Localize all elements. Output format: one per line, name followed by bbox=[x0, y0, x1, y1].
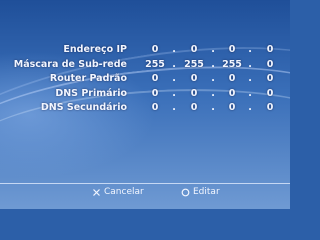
secondary-dns-octet-2[interactable]: 0 bbox=[182, 102, 206, 113]
default-router-octet-4[interactable]: 0 bbox=[258, 73, 282, 84]
octet-separator: . bbox=[248, 87, 252, 99]
octet-separator: . bbox=[211, 73, 215, 84]
primary-dns-label: DNS Primário bbox=[55, 87, 127, 99]
edit-button[interactable]: Editar bbox=[181, 187, 220, 197]
octet-separator: . bbox=[248, 44, 252, 55]
octet-separator: . bbox=[172, 73, 176, 84]
octet-separator: . bbox=[248, 73, 252, 84]
secondary-dns-octet-4[interactable]: 0 bbox=[258, 102, 282, 113]
default-router-octet-3[interactable]: 0 bbox=[220, 73, 244, 84]
ip-address-row[interactable]: Endereço IP 0 . 0 . 0 . 0 bbox=[0, 44, 290, 59]
ip-address-octet-2[interactable]: 0 bbox=[182, 44, 206, 55]
ip-address-octet-4[interactable]: 0 bbox=[258, 44, 282, 55]
octet-separator: . bbox=[211, 102, 215, 113]
subnet-mask-octet-3[interactable]: 255 bbox=[220, 59, 244, 70]
ip-address-label: Endereço IP bbox=[63, 44, 127, 55]
octet-separator: . bbox=[211, 44, 215, 55]
octet-separator: . bbox=[172, 44, 176, 55]
secondary-dns-octet-3[interactable]: 0 bbox=[220, 102, 244, 113]
footer-divider bbox=[0, 183, 290, 184]
subnet-mask-row[interactable]: Máscara de Sub-rede 255 . 255 . 255 . 0 bbox=[0, 59, 290, 74]
cross-icon bbox=[92, 188, 101, 197]
octet-separator: . bbox=[211, 58, 215, 70]
button-guide-bar: Cancelar Editar bbox=[0, 183, 290, 199]
octet-separator: . bbox=[172, 58, 176, 70]
secondary-dns-octet-1[interactable]: 0 bbox=[143, 102, 167, 113]
default-router-label: Router Padrão bbox=[49, 73, 127, 84]
octet-separator: . bbox=[172, 87, 176, 99]
primary-dns-octet-2[interactable]: 0 bbox=[182, 88, 206, 99]
address-settings-list: Endereço IP 0 . 0 . 0 . 0 Máscara de Sub… bbox=[0, 44, 290, 117]
secondary-dns-row[interactable]: DNS Secundário 0 . 0 . 0 . 0 bbox=[0, 102, 290, 117]
default-router-octet-2[interactable]: 0 bbox=[182, 73, 206, 84]
ip-address-octet-1[interactable]: 0 bbox=[143, 44, 167, 55]
octet-separator: . bbox=[248, 102, 252, 113]
default-router-row[interactable]: Router Padrão 0 . 0 . 0 . 0 bbox=[0, 73, 290, 88]
cancel-label: Cancelar bbox=[104, 187, 144, 197]
octet-separator: . bbox=[172, 102, 176, 113]
octet-separator: . bbox=[211, 87, 215, 99]
primary-dns-row[interactable]: DNS Primário 0 . 0 . 0 . 0 bbox=[0, 88, 290, 103]
edit-label: Editar bbox=[193, 187, 220, 197]
ip-address-octet-3[interactable]: 0 bbox=[220, 44, 244, 55]
subnet-mask-octet-4[interactable]: 0 bbox=[258, 59, 282, 70]
subnet-mask-label: Máscara de Sub-rede bbox=[13, 58, 127, 70]
primary-dns-octet-4[interactable]: 0 bbox=[258, 88, 282, 99]
subnet-mask-octet-2[interactable]: 255 bbox=[182, 59, 206, 70]
network-settings-screen: Endereço IP 0 . 0 . 0 . 0 Máscara de Sub… bbox=[0, 0, 290, 209]
subnet-mask-octet-1[interactable]: 255 bbox=[143, 59, 167, 70]
cancel-button[interactable]: Cancelar bbox=[92, 187, 144, 197]
primary-dns-octet-3[interactable]: 0 bbox=[220, 88, 244, 99]
circle-icon bbox=[181, 188, 190, 197]
octet-separator: . bbox=[248, 58, 252, 70]
default-router-octet-1[interactable]: 0 bbox=[143, 73, 167, 84]
secondary-dns-label: DNS Secundário bbox=[40, 102, 127, 113]
primary-dns-octet-1[interactable]: 0 bbox=[143, 88, 167, 99]
